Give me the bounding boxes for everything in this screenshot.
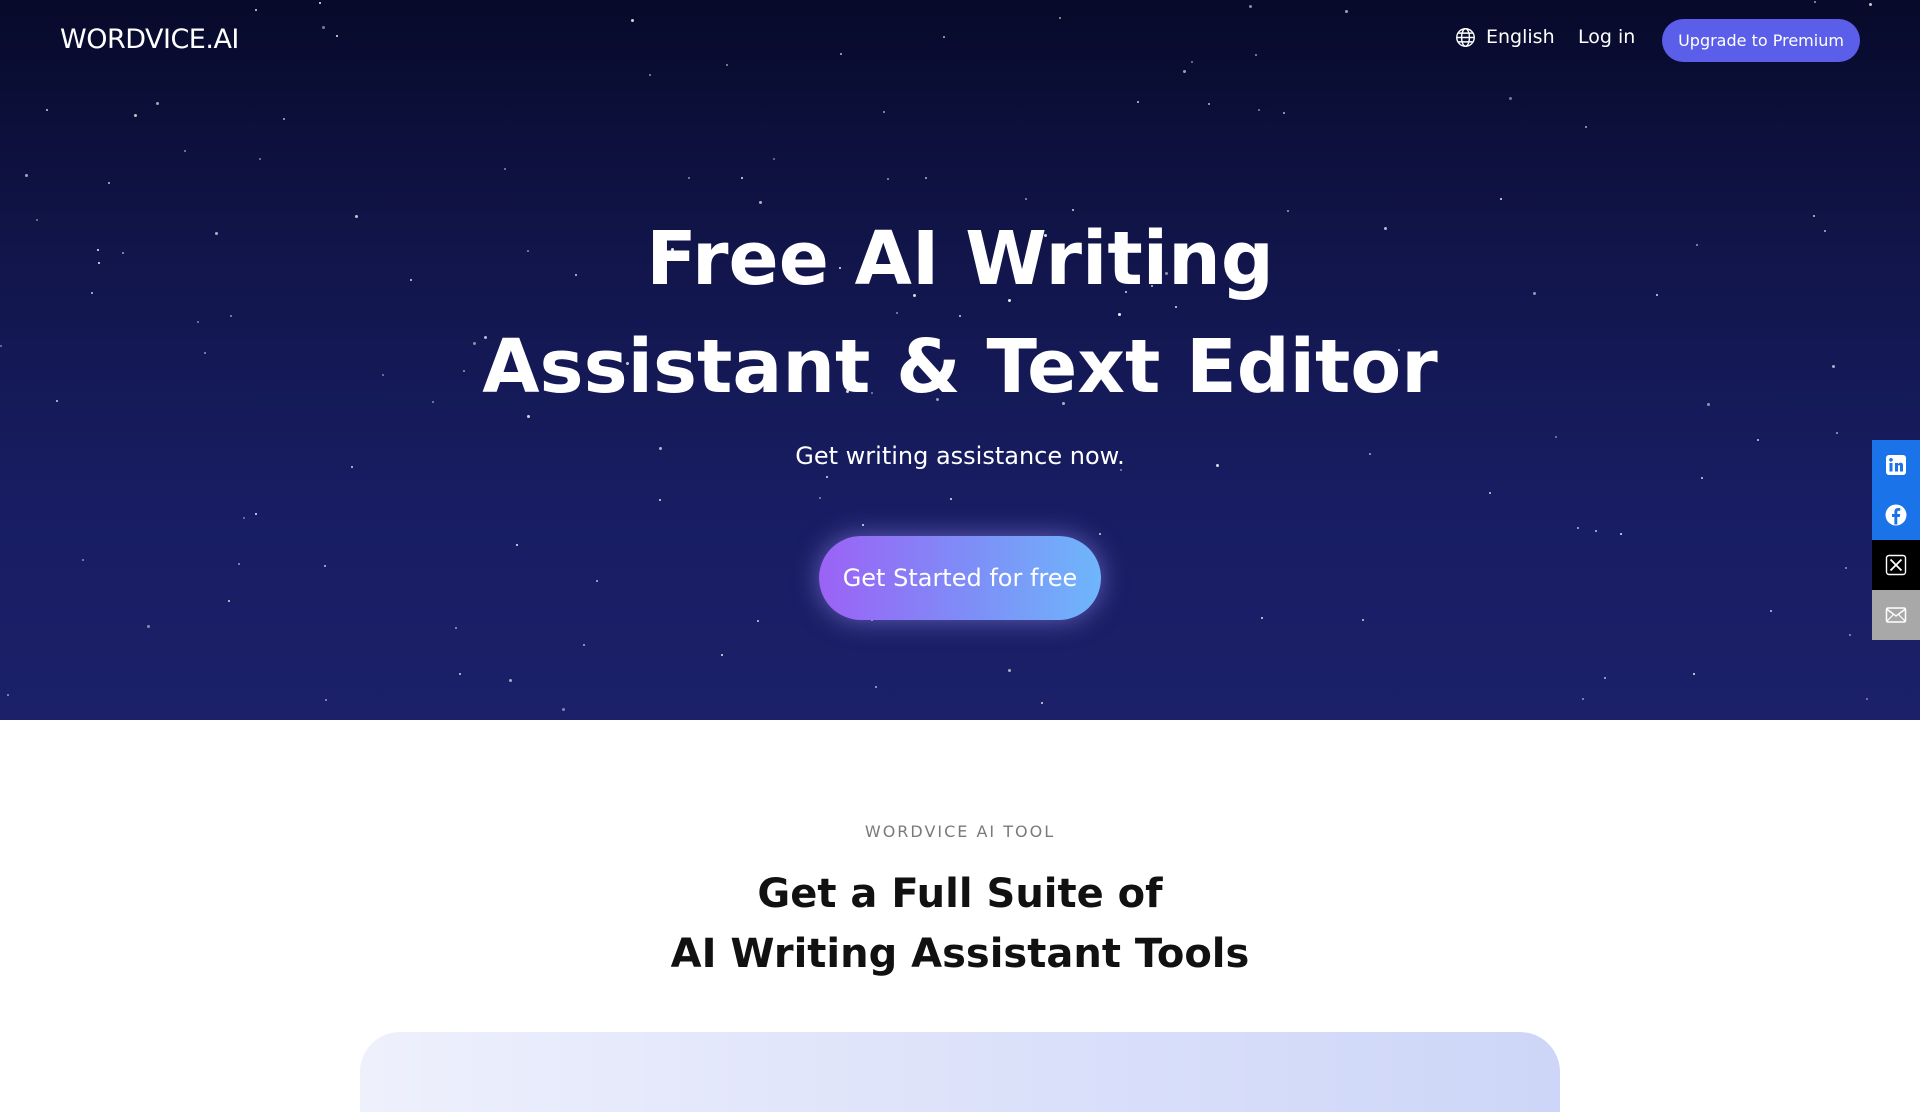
star-dot: [459, 673, 461, 675]
star-dot: [255, 513, 257, 515]
star-dot: [1620, 533, 1622, 535]
star-dot: [1283, 112, 1285, 114]
star-dot: [25, 174, 28, 177]
star-dot: [1258, 109, 1260, 111]
upgrade-premium-button[interactable]: Upgrade to Premium: [1662, 19, 1860, 62]
star-dot: [1137, 101, 1139, 103]
star-dot: [688, 177, 690, 179]
star-dot: [759, 201, 762, 204]
star-dot: [819, 497, 821, 499]
star-dot: [1585, 126, 1587, 128]
star-dot: [1489, 492, 1491, 494]
star-dot: [1757, 439, 1759, 441]
x-share-button[interactable]: [1872, 540, 1920, 590]
star-dot: [659, 499, 661, 501]
star-dot: [1693, 673, 1695, 675]
star-dot: [1701, 477, 1703, 479]
star-dot: [46, 109, 48, 111]
star-dot: [1208, 103, 1210, 105]
star-dot: [925, 177, 927, 179]
star-dot: [82, 559, 84, 561]
star-dot: [134, 114, 137, 117]
star-dot: [1836, 432, 1838, 434]
star-dot: [156, 102, 159, 105]
star-dot: [883, 111, 885, 113]
star-dot: [1362, 619, 1364, 621]
star-dot: [1577, 527, 1579, 529]
logo[interactable]: WORDVICE.AI: [60, 24, 239, 55]
star-dot: [1261, 617, 1263, 619]
section-title: Get a Full Suite of AI Writing Assistant…: [0, 864, 1920, 984]
star-dot: [1025, 198, 1027, 200]
star-dot: [1099, 533, 1101, 535]
star-dot: [721, 654, 723, 656]
star-dot: [1604, 677, 1606, 679]
share-sidebar: [1872, 440, 1920, 640]
tool-suite-card: [360, 1032, 1560, 1112]
linkedin-share-button[interactable]: [1872, 440, 1920, 490]
star-dot: [147, 625, 150, 628]
star-dot: [862, 524, 864, 526]
star-dot: [455, 627, 457, 629]
section-eyebrow-label: WORDVICE AI TOOL: [864, 822, 1056, 841]
section-title-line-1: Get a Full Suite of: [757, 871, 1163, 917]
language-selector[interactable]: English: [1455, 26, 1555, 48]
mail-icon: [1885, 607, 1907, 623]
facebook-share-button[interactable]: [1872, 490, 1920, 540]
star-dot: [7, 694, 9, 696]
star-dot: [504, 168, 506, 170]
language-label: English: [1486, 26, 1555, 48]
hero-title-line-1: Free AI Writing: [646, 216, 1274, 302]
star-dot: [826, 476, 828, 478]
star-dot: [516, 544, 518, 546]
section-title-line-2: AI Writing Assistant Tools: [670, 931, 1250, 977]
star-dot: [1845, 567, 1847, 569]
star-dot: [325, 699, 327, 701]
star-dot: [1770, 610, 1772, 612]
hero-subtitle: Get writing assistance now.: [795, 442, 1125, 470]
facebook-icon: [1885, 504, 1907, 526]
star-dot: [757, 620, 759, 622]
get-started-button[interactable]: Get Started for free: [819, 536, 1101, 620]
star-dot: [1866, 698, 1868, 700]
star-dot: [562, 708, 565, 711]
login-link[interactable]: Log in: [1578, 26, 1635, 48]
star-dot: [1595, 530, 1597, 532]
star-dot: [108, 182, 110, 184]
star-dot: [184, 150, 186, 152]
star-dot: [875, 686, 877, 688]
star-dot: [1849, 634, 1851, 636]
star-dot: [1041, 702, 1043, 704]
star-dot: [509, 679, 512, 682]
hero-title-line-2: Assistant & Text Editor: [482, 324, 1438, 410]
top-navigation: WORDVICE.AI English Log in Upgrade to Pr…: [0, 0, 1920, 80]
star-dot: [773, 158, 775, 160]
linkedin-icon: [1886, 455, 1906, 475]
star-dot: [1008, 669, 1011, 672]
star-dot: [324, 565, 326, 567]
star-dot: [583, 644, 585, 646]
hero-section: WORDVICE.AI English Log in Upgrade to Pr…: [0, 0, 1920, 720]
globe-icon: [1455, 27, 1476, 48]
star-dot: [887, 178, 889, 180]
star-dot: [283, 118, 285, 120]
star-dot: [228, 600, 230, 602]
hero-title: Free AI Writing Assistant & Text Editor: [0, 205, 1920, 421]
star-dot: [1509, 97, 1512, 100]
star-dot: [1500, 198, 1502, 200]
star-dot: [238, 563, 240, 565]
star-dot: [259, 158, 261, 160]
email-share-button[interactable]: [1872, 590, 1920, 640]
x-icon: [1885, 554, 1907, 576]
star-dot: [596, 580, 598, 582]
star-dot: [1582, 698, 1584, 700]
star-dot: [741, 177, 743, 179]
star-dot: [1555, 436, 1557, 438]
star-dot: [950, 498, 952, 500]
star-dot: [243, 517, 245, 519]
